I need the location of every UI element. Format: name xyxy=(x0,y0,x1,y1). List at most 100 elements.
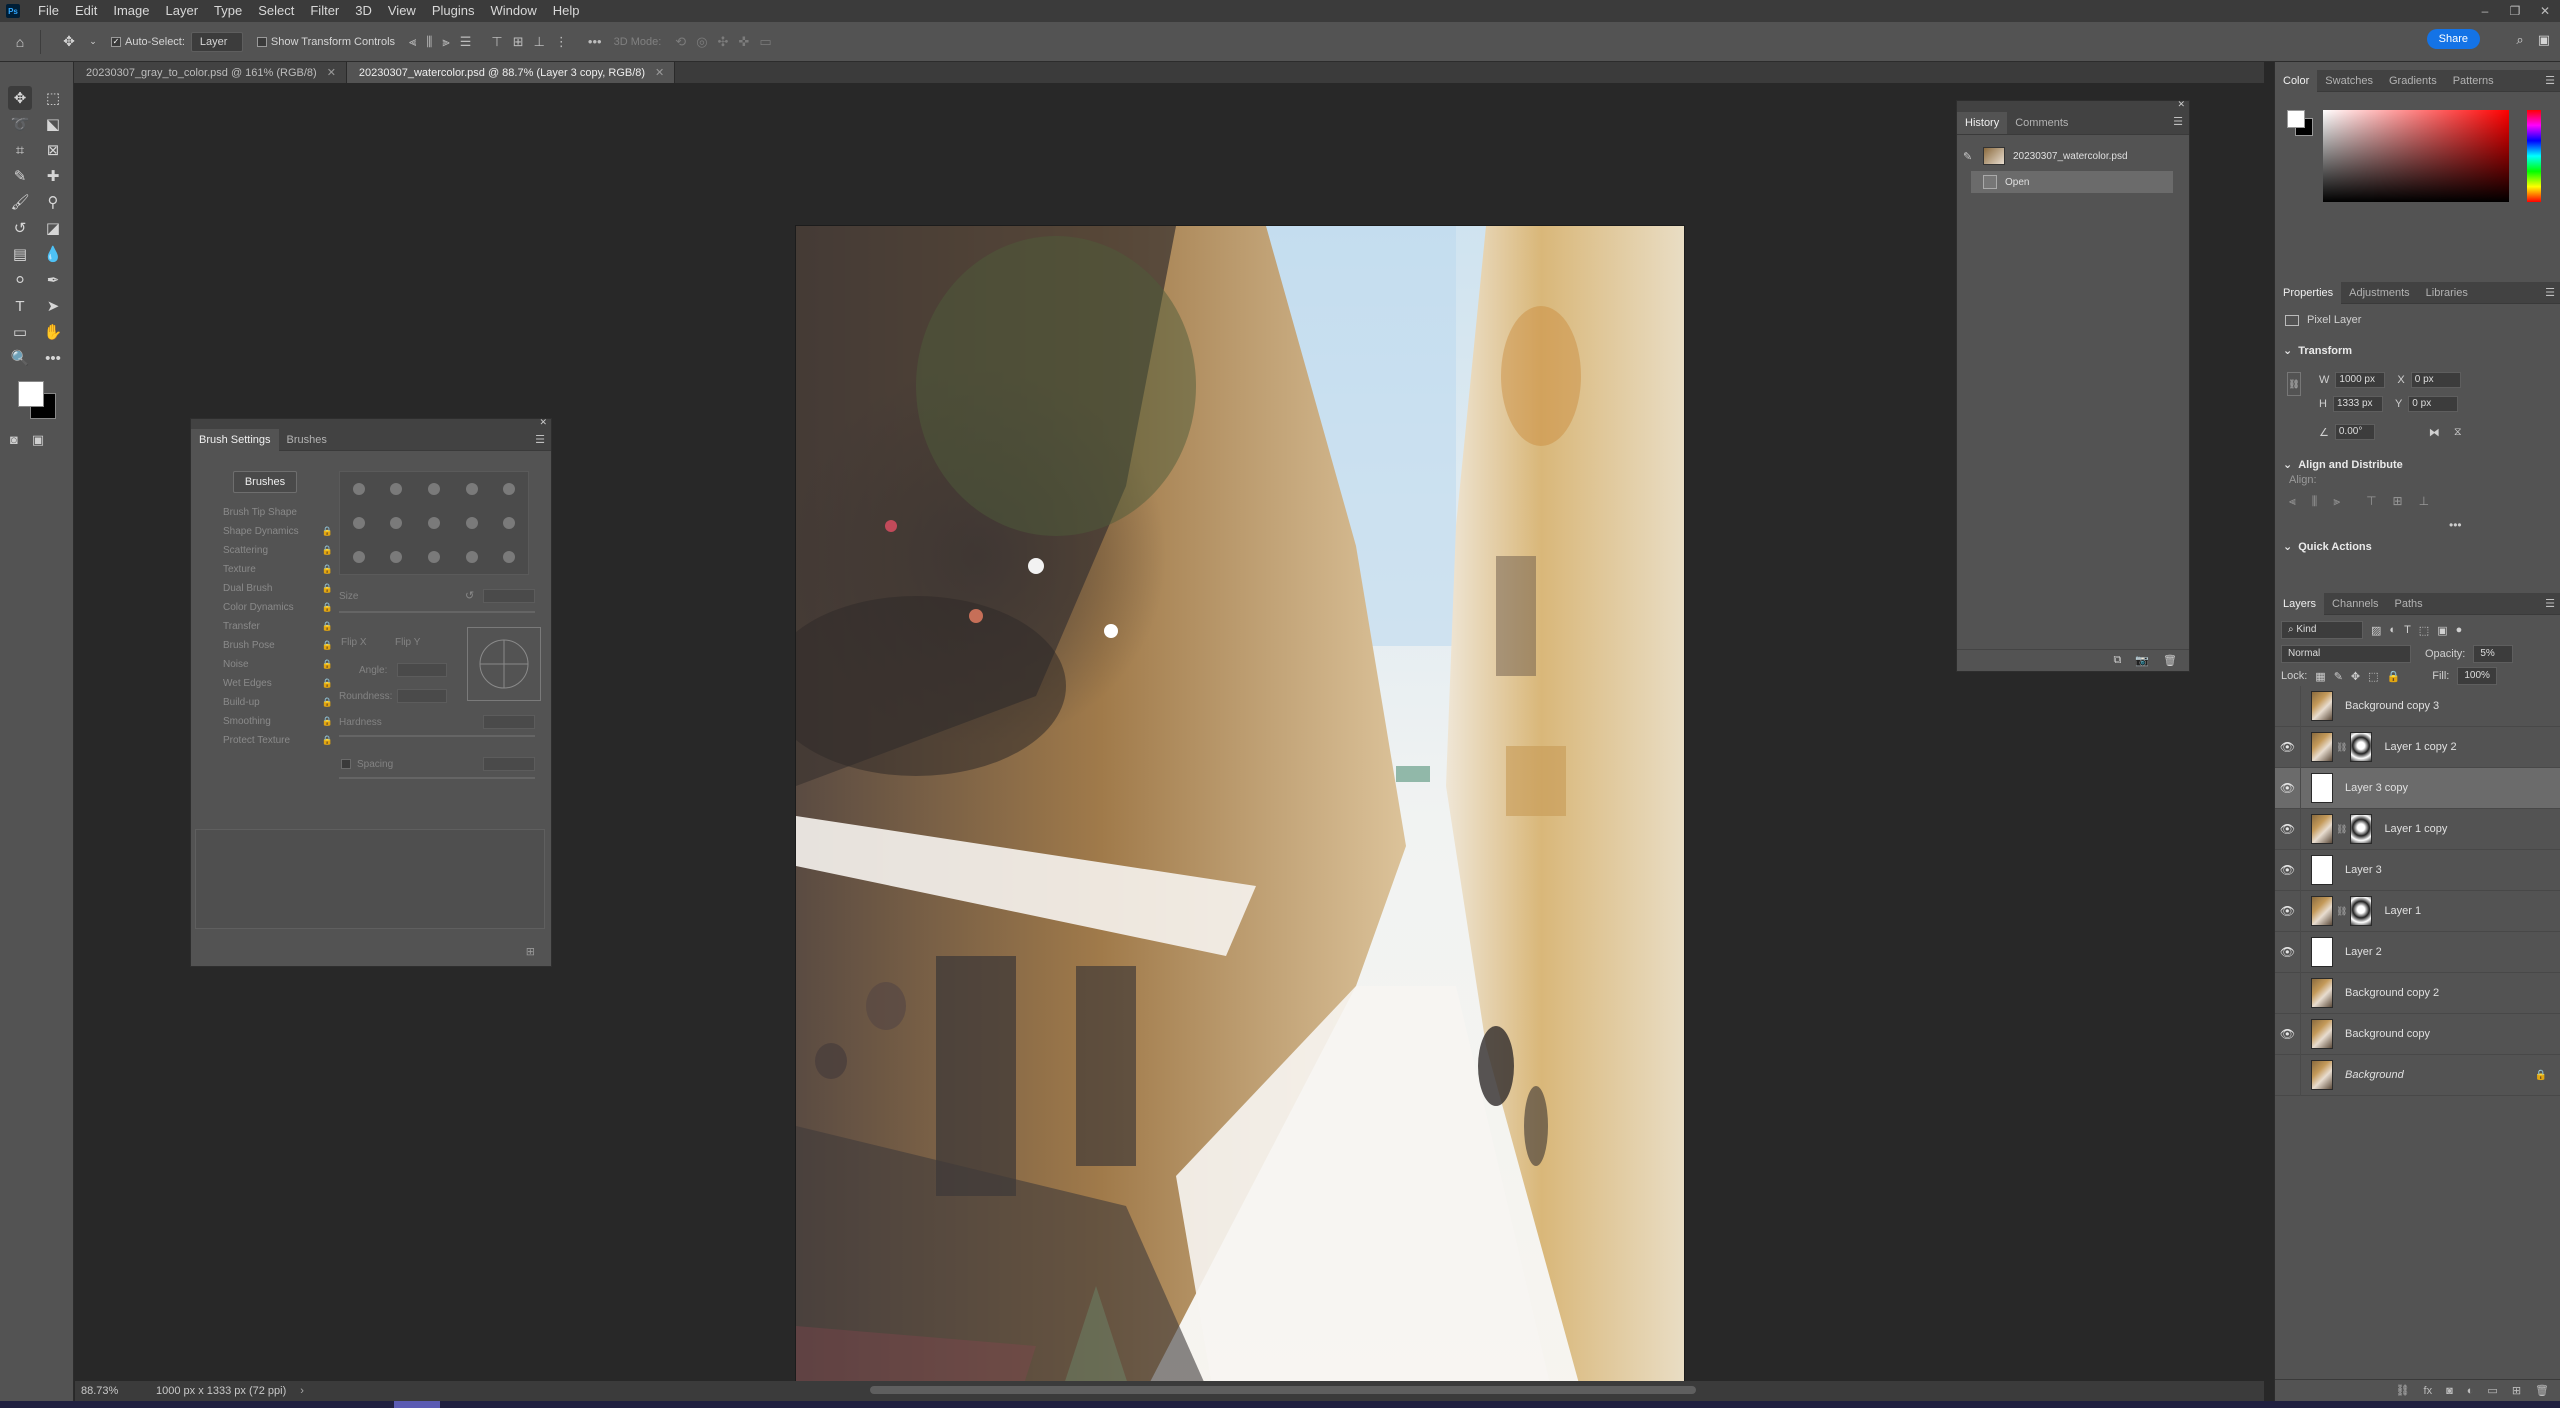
type-tool-icon[interactable]: T xyxy=(8,294,32,318)
healing-brush-tool-icon[interactable]: ✚ xyxy=(41,164,65,188)
brush-tip-cell[interactable] xyxy=(490,506,528,540)
layer-row[interactable]: 👁 Layer 3 xyxy=(2275,849,2560,891)
lock-icon[interactable]: 🔒 xyxy=(322,545,333,556)
visibility-eye-icon[interactable] xyxy=(2275,685,2301,727)
more-icon[interactable]: ••• xyxy=(2449,518,2462,532)
angle-input[interactable]: 0.00° xyxy=(2334,424,2375,440)
brush-option-item[interactable]: Transfer 🔒 xyxy=(203,617,333,636)
brush-option-item[interactable]: Brush Tip Shape xyxy=(203,503,333,522)
dodge-tool-icon[interactable]: ⚪ xyxy=(8,268,32,292)
menu-file[interactable]: File xyxy=(30,0,67,22)
spacing-checkbox[interactable] xyxy=(341,759,351,769)
menu-plugins[interactable]: Plugins xyxy=(424,0,483,22)
align-horizontal-centers-icon[interactable]: ⫼ xyxy=(2312,494,2318,509)
checkbox-checked-icon[interactable]: ✓ xyxy=(111,36,121,47)
foreground-color-swatch[interactable] xyxy=(18,381,44,407)
minimize-icon[interactable]: – xyxy=(2470,0,2500,22)
menu-select[interactable]: Select xyxy=(250,0,302,22)
align-right-edges-icon[interactable]: ⫸ xyxy=(2333,494,2340,509)
lock-position-icon[interactable]: ✥ xyxy=(2351,670,2360,683)
panel-title-bar[interactable]: ✕ xyxy=(191,417,551,429)
3d-slide-icon[interactable]: ✜ xyxy=(738,34,749,50)
close-icon[interactable]: ✕ xyxy=(655,66,664,79)
visibility-eye-icon[interactable] xyxy=(2275,972,2301,1014)
eyedropper-tool-icon[interactable]: ✎ xyxy=(8,164,32,188)
lock-transparent-icon[interactable]: ▦ xyxy=(2315,670,2325,683)
menu-window[interactable]: Window xyxy=(482,0,544,22)
new-layer-icon[interactable]: ⊞ xyxy=(2512,1384,2521,1397)
layer-mask-thumbnail[interactable] xyxy=(2350,732,2373,762)
crop-tool-icon[interactable]: ⌗ xyxy=(8,138,32,162)
3d-roll-icon[interactable]: ◎ xyxy=(696,34,707,50)
eraser-tool-icon[interactable]: ◪ xyxy=(41,216,65,240)
clone-stamp-tool-icon[interactable]: ⚲ xyxy=(41,190,65,214)
brush-option-item[interactable]: Brush Pose 🔒 xyxy=(203,636,333,655)
menu-filter[interactable]: Filter xyxy=(302,0,347,22)
opacity-input[interactable]: 5% xyxy=(2473,645,2514,663)
lasso-tool-icon[interactable]: ➰ xyxy=(8,112,32,136)
brush-tip-cell[interactable] xyxy=(453,472,491,506)
brush-tip-cell[interactable] xyxy=(378,506,416,540)
align-bottom-edges-icon[interactable]: ⊥ xyxy=(2419,494,2429,509)
filter-type-icon[interactable]: T xyxy=(2404,624,2411,636)
spacing-input[interactable] xyxy=(483,757,535,771)
zoom-level[interactable]: 88.73% xyxy=(81,1385,141,1397)
close-icon[interactable]: ✕ xyxy=(2177,99,2185,110)
lock-all-icon[interactable]: 🔒 xyxy=(2387,670,2401,683)
workspace-icon[interactable]: ▣ xyxy=(2538,32,2550,48)
tab-brushes[interactable]: Brushes xyxy=(279,429,335,451)
visibility-eye-icon[interactable]: 👁 xyxy=(2275,767,2301,809)
layer-row[interactable]: Background copy 2 xyxy=(2275,972,2560,1014)
width-input[interactable]: 1000 px xyxy=(2335,372,2386,388)
layer-style-icon[interactable]: fx xyxy=(2424,1385,2433,1397)
pen-tool-icon[interactable]: ✒ xyxy=(41,268,65,292)
document-canvas[interactable] xyxy=(796,226,1684,1408)
align-vertical-centers-icon[interactable]: ⊞ xyxy=(2393,494,2403,509)
chevron-right-icon[interactable]: › xyxy=(300,1385,304,1397)
flip-y-label[interactable]: Flip Y xyxy=(395,637,420,648)
brushes-button[interactable]: Brushes xyxy=(233,471,297,493)
color-swatches[interactable] xyxy=(14,377,58,421)
tab-libraries[interactable]: Libraries xyxy=(2418,282,2476,304)
visibility-eye-icon[interactable] xyxy=(2275,1054,2301,1096)
lock-artboard-icon[interactable]: ⬚ xyxy=(2368,670,2378,683)
brush-option-item[interactable]: Protect Texture 🔒 xyxy=(203,731,333,750)
lock-icon[interactable]: 🔒 xyxy=(322,640,333,651)
brush-tip-cell[interactable] xyxy=(415,506,453,540)
history-state[interactable]: Open xyxy=(1971,171,2173,193)
spacing-slider[interactable] xyxy=(339,777,535,779)
tab-swatches[interactable]: Swatches xyxy=(2317,70,2381,92)
size-slider[interactable] xyxy=(339,611,535,613)
home-icon[interactable]: ⌂ xyxy=(8,30,32,54)
hardness-input[interactable] xyxy=(483,715,535,729)
brush-tip-cell[interactable] xyxy=(415,472,453,506)
tab-paths[interactable]: Paths xyxy=(2387,593,2431,615)
layer-row[interactable]: 👁 ⛓ Layer 1 xyxy=(2275,890,2560,932)
adjustment-layer-icon[interactable]: ◐ xyxy=(2467,1385,2474,1397)
lock-icon[interactable]: 🔒 xyxy=(322,716,333,727)
marquee-tool-icon[interactable]: ⬚ xyxy=(41,86,65,110)
layer-row[interactable]: 👁 Layer 3 copy xyxy=(2275,767,2560,809)
brush-tip-cell[interactable] xyxy=(453,506,491,540)
visibility-eye-icon[interactable]: 👁 xyxy=(2275,726,2301,768)
gradient-tool-icon[interactable]: ▤ xyxy=(8,242,32,266)
x-input[interactable]: 0 px xyxy=(2410,372,2461,388)
flip-horizontal-icon[interactable]: ⧓ xyxy=(2429,426,2440,439)
visibility-eye-icon[interactable]: 👁 xyxy=(2275,931,2301,973)
3d-rotate-icon[interactable]: ⟲ xyxy=(675,34,686,50)
tab-brush-settings[interactable]: Brush Settings xyxy=(191,428,279,451)
foreground-color-chip[interactable] xyxy=(2287,110,2305,128)
brush-tip-cell[interactable] xyxy=(490,472,528,506)
new-group-icon[interactable]: ▭ xyxy=(2487,1384,2497,1397)
quick-actions-section[interactable]: ⌄ Quick Actions xyxy=(2283,540,2372,553)
tab-adjustments[interactable]: Adjustments xyxy=(2341,282,2418,304)
align-bottom-icon[interactable]: ⊥ xyxy=(534,34,545,50)
layer-mask-thumbnail[interactable] xyxy=(2350,814,2373,844)
hue-slider[interactable] xyxy=(2527,110,2541,202)
brush-option-item[interactable]: Scattering 🔒 xyxy=(203,541,333,560)
more-tools-icon[interactable]: ••• xyxy=(41,346,65,370)
tab-history[interactable]: History xyxy=(1957,111,2008,134)
fill-input[interactable]: 100% xyxy=(2457,667,2498,685)
close-icon[interactable]: ✕ xyxy=(539,417,547,428)
align-center-icon[interactable]: ⫼ xyxy=(426,34,432,50)
